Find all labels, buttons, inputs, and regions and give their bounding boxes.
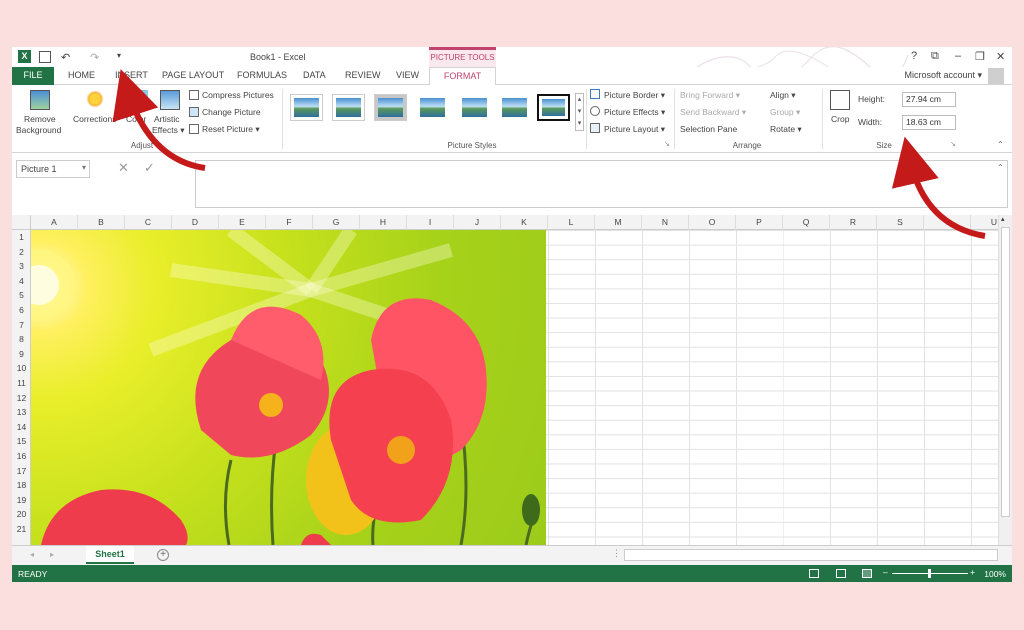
annotation-arrows (112, 69, 986, 239)
arrow-to-size-icon (891, 136, 986, 239)
arrow-to-insert-icon (112, 69, 206, 171)
